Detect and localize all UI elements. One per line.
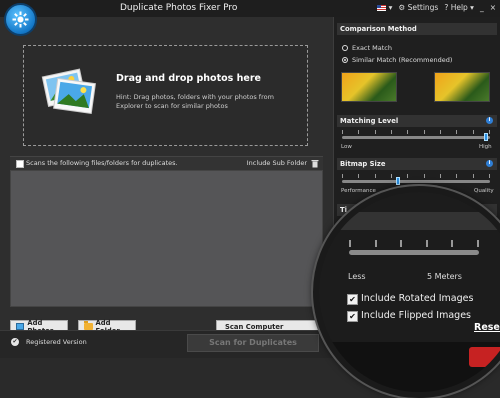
scan-label: Scans the following files/folders for du… — [26, 159, 178, 167]
exact-match-option[interactable]: Exact Match — [342, 44, 392, 52]
include-rotated-label: Include Rotated Images — [361, 293, 474, 304]
include-flipped-label: Include Flipped Images — [361, 310, 472, 321]
exact-match-label: Exact Match — [352, 44, 392, 52]
app-logo-icon — [4, 3, 37, 36]
settings-label: Settings — [407, 3, 439, 12]
drop-hint: Hint: Drag photos, folders with your pho… — [116, 93, 274, 110]
scan-options-bar: Scans the following files/folders for du… — [10, 156, 323, 171]
sample-image-2 — [434, 72, 490, 102]
less-label: Less — [348, 272, 366, 281]
bitmap-size-ticks — [342, 174, 490, 178]
trash-icon[interactable] — [311, 159, 319, 168]
comparison-method-title: Comparison Method — [340, 25, 417, 33]
status-bar: ✔ Registered Version Scan for Duplicates — [0, 330, 333, 358]
close-button[interactable]: × — [490, 3, 496, 12]
similar-match-radio[interactable] — [342, 57, 348, 63]
app-title: Duplicate Photos Fixer Pro — [120, 3, 238, 13]
main-panel: Drag and drop photos here Hint: Drag pho… — [0, 17, 333, 357]
magnified-red-button[interactable] — [469, 347, 500, 367]
bitmap-size-title: Bitmap Size — [340, 160, 386, 168]
matching-level-thumb[interactable] — [483, 133, 488, 141]
similar-match-option[interactable]: Similar Match (Recommended) — [342, 56, 452, 64]
help-label: ? Help — [444, 3, 468, 12]
matching-level-slider[interactable] — [342, 136, 490, 139]
magnifier-lens: Less 5 Meters ✔ Include Rotated Images ✔… — [313, 186, 500, 398]
sample-image-1 — [341, 72, 397, 102]
low-label: Low — [341, 144, 352, 150]
include-flipped-checkbox[interactable]: ✔ — [347, 311, 358, 322]
settings-menu[interactable]: ⚙ Settings — [398, 3, 438, 12]
high-label: High — [479, 144, 492, 150]
registered-label: Registered Version — [26, 338, 87, 346]
magnified-header — [319, 212, 500, 230]
matching-level-header: Matching Level i — [337, 115, 497, 127]
photos-icon — [41, 68, 96, 115]
magnified-ticks — [349, 240, 479, 247]
add-photos-icon — [16, 323, 25, 330]
info-icon[interactable]: i — [486, 117, 493, 124]
registered-check-icon: ✔ — [11, 338, 19, 346]
comparison-method-header: Comparison Method — [337, 23, 497, 35]
include-rotated-checkbox[interactable]: ✔ — [347, 294, 358, 305]
info-icon[interactable]: i — [486, 160, 493, 167]
bitmap-size-thumb[interactable] — [396, 177, 401, 185]
meters-label: 5 Meters — [427, 272, 462, 281]
bitmap-size-header: Bitmap Size i — [337, 158, 497, 170]
similar-match-label: Similar Match (Recommended) — [352, 56, 453, 64]
scan-all-checkbox[interactable] — [16, 160, 24, 168]
folder-icon — [84, 321, 93, 330]
reset-link[interactable]: Reset — [474, 322, 500, 333]
include-subfolder-label[interactable]: Include Sub Folder — [247, 159, 307, 167]
file-list[interactable] — [10, 170, 323, 307]
exact-match-radio[interactable] — [342, 45, 348, 51]
drop-zone[interactable]: Drag and drop photos here Hint: Drag pho… — [23, 45, 308, 146]
title-controls: ▾ ⚙ Settings ? Help ▾ _ × — [377, 3, 496, 12]
scan-duplicates-button[interactable]: Scan for Duplicates — [187, 334, 319, 352]
bitmap-size-slider[interactable] — [342, 180, 490, 183]
drop-title: Drag and drop photos here — [116, 73, 261, 84]
matching-level-title: Matching Level — [340, 117, 399, 125]
minimize-button[interactable]: _ — [480, 3, 484, 12]
help-menu[interactable]: ? Help ▾ — [444, 3, 474, 12]
matching-level-ticks — [342, 130, 490, 134]
language-flag-icon[interactable]: ▾ — [377, 3, 392, 12]
magnified-slider[interactable] — [349, 250, 479, 255]
